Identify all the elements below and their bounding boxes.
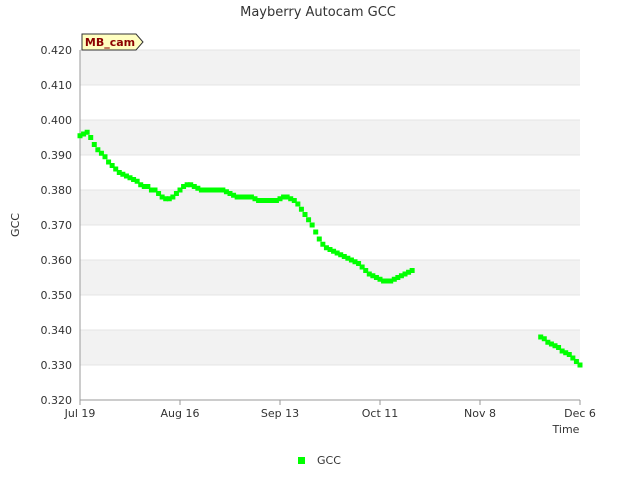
y-tick-label: 0.390 [41, 149, 73, 162]
band [80, 330, 580, 365]
chart-title: Mayberry Autocam GCC [240, 5, 396, 20]
y-tick-label: 0.420 [41, 44, 73, 57]
y-tick-label: 0.370 [41, 219, 73, 232]
data-point [102, 154, 108, 160]
y-tick-label: 0.350 [41, 289, 73, 302]
data-point [84, 129, 90, 135]
legend-marker [298, 457, 305, 464]
x-axis-label: Time [552, 423, 580, 436]
y-tick-label: 0.410 [41, 79, 73, 92]
data-point [409, 268, 415, 273]
x-tick-label: Jul 19 [64, 407, 96, 420]
data-point [298, 206, 304, 212]
y-tick-label: 0.380 [41, 184, 73, 197]
data-point [88, 135, 94, 140]
legend-label: GCC [317, 454, 341, 467]
y-tick-label: 0.320 [41, 394, 73, 407]
data-point [309, 222, 315, 228]
data-point [577, 362, 583, 368]
y-axis-label: GCC [9, 213, 22, 237]
data-point [91, 142, 97, 147]
y-tick-label: 0.360 [41, 254, 73, 267]
y-tick-label: 0.400 [41, 114, 73, 127]
legend[interactable]: GCC [298, 454, 341, 467]
y-tick-label: 0.340 [41, 324, 73, 337]
data-point [313, 229, 319, 235]
camera-tag: MB_cam [81, 33, 144, 51]
data-point [295, 201, 301, 207]
y-tick-label: 0.330 [41, 359, 73, 372]
band [80, 120, 580, 155]
x-tick-label: Sep 13 [261, 407, 299, 420]
x-tick-label: Aug 16 [161, 407, 200, 420]
x-tick-label: Nov 8 [464, 407, 496, 420]
data-point [306, 217, 312, 223]
band [80, 50, 580, 85]
x-tick-label: Dec 6 [564, 407, 596, 420]
camera-tag-label: MB_cam [85, 36, 135, 49]
band [80, 260, 580, 295]
x-tick-label: Oct 11 [362, 407, 399, 420]
band [80, 190, 580, 225]
data-point [316, 236, 322, 242]
gcc-scatter-chart: Mayberry Autocam GCC 0.320 0.330 0.340 0.35… [9, 5, 596, 467]
data-point [302, 212, 308, 217]
